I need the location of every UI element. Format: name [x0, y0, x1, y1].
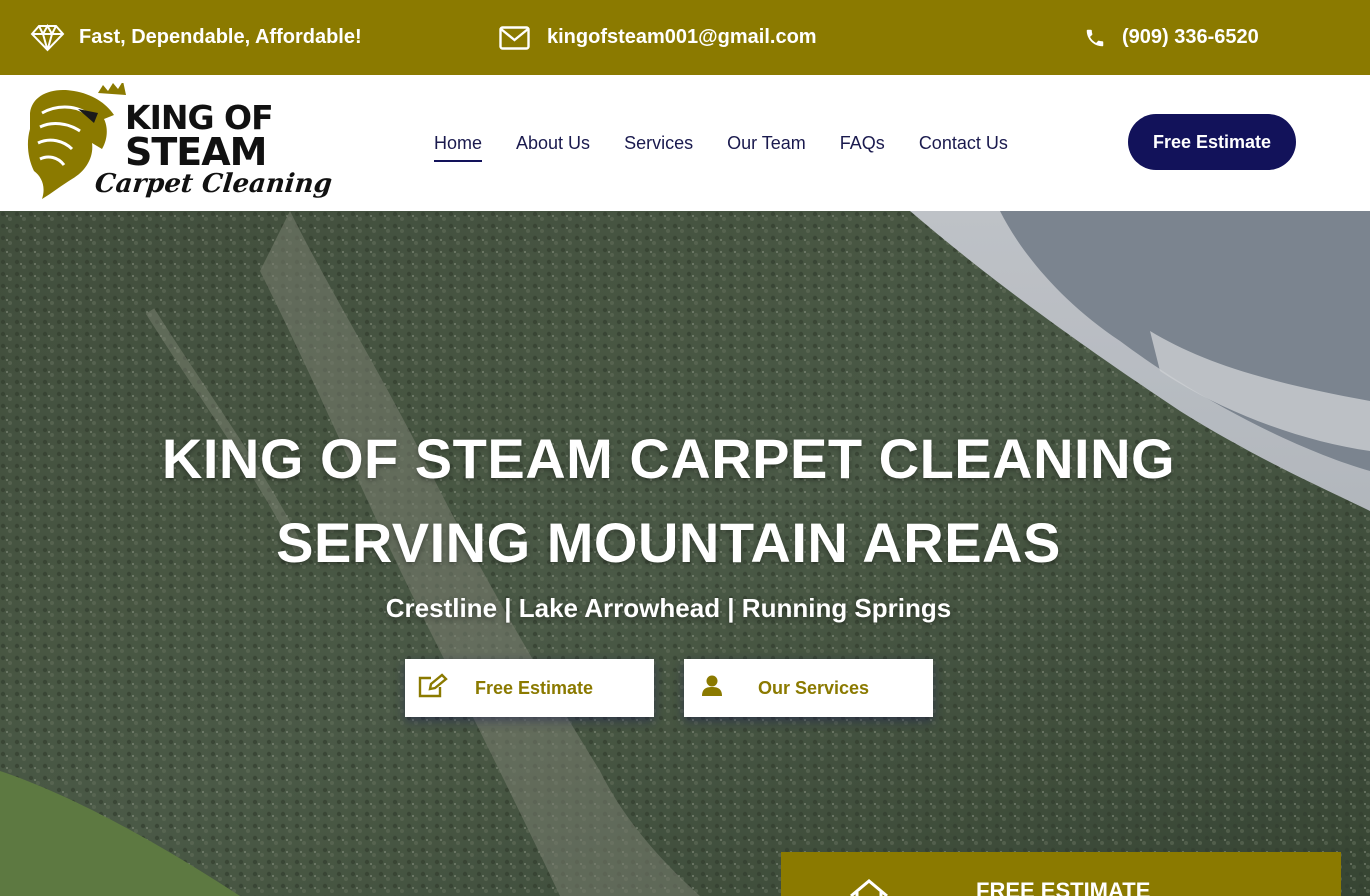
- logo-line2: STEAM: [125, 130, 267, 174]
- nav-home[interactable]: Home: [434, 133, 483, 162]
- hero-title-line1: KING OF STEAM CARPET CLEANING: [161, 427, 1176, 490]
- top-bar: Fast, Dependable, Affordable! kingofstea…: [0, 0, 1370, 75]
- hero-subtitle: Crestline | Lake Arrowhead | Running Spr…: [385, 593, 952, 623]
- hero-section: KING OF STEAM CARPET CLEANING SERVING MO…: [0, 211, 1370, 896]
- free-estimate-hero-label: Free Estimate: [475, 677, 594, 698]
- logo-line3: Carpet Cleaning: [93, 169, 334, 199]
- site-logo[interactable]: KING OF STEAM Carpet Cleaning: [22, 83, 333, 203]
- nav-contact-us[interactable]: Contact Us: [919, 133, 1008, 154]
- hero-title-line2: SERVING MOUNTAIN AREAS: [276, 511, 1061, 574]
- phone-link[interactable]: (909) 336-6520: [1122, 26, 1259, 49]
- tagline-item: Fast, Dependable, Affordable!: [30, 0, 362, 75]
- email-link[interactable]: kingofsteam001@gmail.com: [547, 26, 817, 49]
- user-icon: [702, 675, 722, 702]
- free-estimate-panel: FREE ESTIMATE: [781, 852, 1341, 896]
- free-estimate-hero-button[interactable]: Free Estimate: [405, 659, 654, 717]
- tagline-text: Fast, Dependable, Affordable!: [79, 26, 362, 48]
- nav-our-team[interactable]: Our Team: [727, 133, 806, 154]
- site-header: KING OF STEAM Carpet Cleaning Home About…: [0, 75, 1370, 211]
- main-nav: Home About Us Services Our Team FAQs Con…: [434, 75, 1042, 211]
- home-icon: [849, 878, 889, 896]
- nav-about-us[interactable]: About Us: [516, 133, 590, 154]
- phone-icon: [1084, 27, 1106, 49]
- free-estimate-header-button[interactable]: Free Estimate: [1128, 114, 1296, 170]
- diamond-icon: [30, 23, 65, 52]
- nav-faqs[interactable]: FAQs: [840, 133, 885, 154]
- hero-title: KING OF STEAM CARPET CLEANING SERVING MO…: [0, 417, 1337, 585]
- edit-icon: [418, 672, 448, 704]
- nav-services[interactable]: Services: [624, 133, 693, 154]
- mail-icon: [499, 25, 530, 50]
- phone-item[interactable]: (909) 336-6520: [1084, 0, 1259, 75]
- our-services-label: Our Services: [758, 677, 870, 698]
- free-estimate-panel-title: FREE ESTIMATE: [976, 878, 1151, 896]
- our-services-button[interactable]: Our Services: [684, 659, 933, 717]
- email-item[interactable]: kingofsteam001@gmail.com: [499, 0, 817, 75]
